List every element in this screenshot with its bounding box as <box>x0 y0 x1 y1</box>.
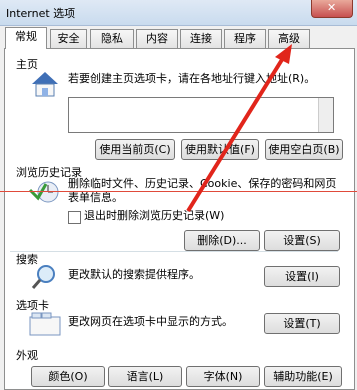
tabs-description: 更改网页在选项卡中显示的方式。 <box>68 315 233 328</box>
history-description-2: 表单信息。 <box>68 191 123 204</box>
fonts-button[interactable]: 字体(N) <box>186 366 260 387</box>
tabs-icon <box>28 311 62 337</box>
use-default-button[interactable]: 使用默认值(F) <box>181 139 259 160</box>
colors-button[interactable]: 颜色(O) <box>31 366 105 387</box>
window-title: Internet 选项 <box>6 7 76 20</box>
tab-content[interactable]: 内容 <box>136 29 178 48</box>
delete-on-exit-label: 退出时删除浏览历史记录(W) <box>84 209 225 222</box>
history-description-1: 删除临时文件、历史记录、Cookie、保存的密码和网页 <box>68 177 337 190</box>
tab-general[interactable]: 常规 <box>5 27 47 49</box>
magnifier-icon <box>30 263 62 291</box>
home-icon <box>30 70 60 98</box>
history-icon <box>28 178 62 206</box>
scrollbar[interactable] <box>318 98 333 132</box>
appearance-section-title: 外观 <box>16 349 38 362</box>
tab-privacy[interactable]: 隐私 <box>90 29 134 48</box>
languages-button[interactable]: 语言(L) <box>108 366 182 387</box>
tabs-settings-button[interactable]: 设置(T) <box>264 313 340 334</box>
use-current-page-button[interactable]: 使用当前页(C) <box>95 139 175 160</box>
delete-history-button[interactable]: 删除(D)... <box>184 230 260 251</box>
search-description: 更改默认的搜索提供程序。 <box>68 268 200 281</box>
title-bar: Internet 选项 ✕ <box>0 0 357 26</box>
accessibility-button[interactable]: 辅助功能(E) <box>264 366 342 387</box>
close-icon: ✕ <box>327 1 337 14</box>
tab-connections[interactable]: 连接 <box>180 29 222 48</box>
home-description: 若要创建主页选项卡，请在各地址行键入地址(R)。 <box>68 72 316 85</box>
tab-security[interactable]: 安全 <box>50 29 87 48</box>
home-page-address-field[interactable] <box>68 97 334 133</box>
use-blank-button[interactable]: 使用空白页(B) <box>265 139 343 160</box>
delete-on-exit-checkbox[interactable] <box>68 211 81 224</box>
history-settings-button[interactable]: 设置(S) <box>264 230 340 251</box>
tab-advanced[interactable]: 高级 <box>268 29 310 48</box>
tab-programs[interactable]: 程序 <box>224 29 266 48</box>
close-button[interactable]: ✕ <box>311 0 353 18</box>
annotation-line <box>0 191 357 192</box>
search-settings-button[interactable]: 设置(I) <box>264 266 340 287</box>
separator <box>10 251 338 252</box>
